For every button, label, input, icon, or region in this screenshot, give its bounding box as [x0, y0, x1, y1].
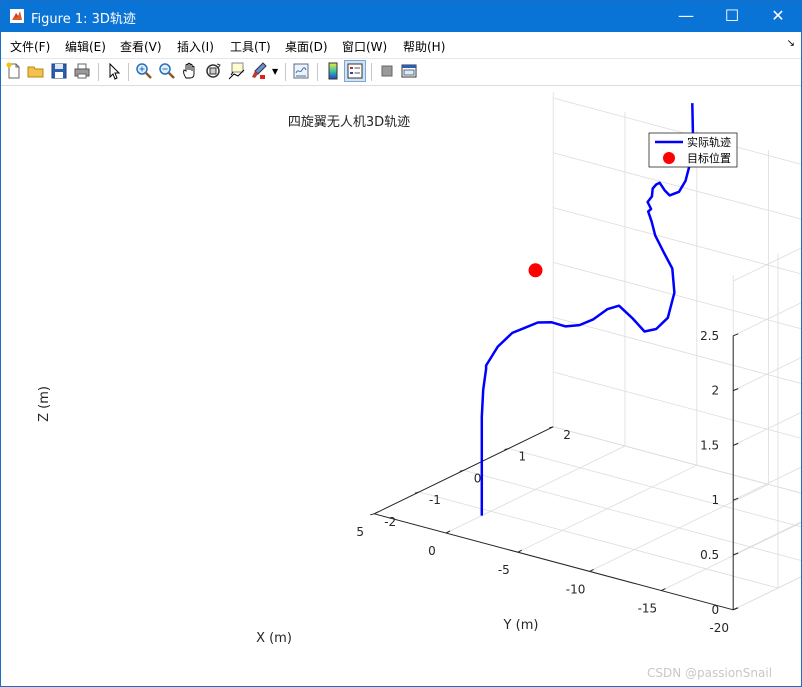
- z-tick-label: 1: [712, 493, 720, 507]
- menu-window[interactable]: 窗口(W): [342, 38, 387, 55]
- toolbar-separator: [98, 63, 99, 81]
- open-file-icon[interactable]: [26, 61, 46, 81]
- brush-dropdown-icon[interactable]: ▼: [272, 67, 278, 76]
- z-tick-label: 2.5: [700, 329, 719, 343]
- toolbar-separator: [128, 63, 129, 81]
- y-tick-mark: [459, 469, 464, 472]
- figure-window: Figure 1: 3D轨迹 — ☐ ✕ 文件(F) 编辑(E) 查看(V) 插…: [0, 0, 802, 687]
- toolbar-separator: [371, 63, 372, 81]
- x-tick-mark: [661, 588, 666, 592]
- y-tick-label: -2: [384, 515, 396, 529]
- plot-3d[interactable]: -20-15-10-505-2-101200.511.522.5 四旋翼无人机3…: [1, 86, 801, 686]
- toolbar-separator: [285, 63, 286, 81]
- x-tick-mark: [589, 568, 594, 572]
- title-bar[interactable]: Figure 1: 3D轨迹 — ☐ ✕: [1, 1, 801, 32]
- menu-help[interactable]: 帮助(H): [403, 38, 445, 55]
- print-figure-icon[interactable]: [72, 61, 92, 81]
- z-tick-label: 2: [712, 384, 720, 398]
- edit-plot-icon[interactable]: [104, 61, 124, 81]
- x-tick-mark: [373, 511, 379, 515]
- matlab-logo-icon: [10, 9, 24, 23]
- y-axis-label: Y (m): [503, 618, 539, 633]
- minimize-button[interactable]: —: [663, 1, 709, 32]
- zoom-out-icon[interactable]: [157, 61, 177, 81]
- x-tick-label: 5: [356, 525, 364, 539]
- close-button[interactable]: ✕: [755, 1, 801, 32]
- new-figure-icon[interactable]: [4, 61, 24, 81]
- legend[interactable]: 实际轨迹 目标位置: [648, 132, 738, 168]
- y-tick-mark: [504, 448, 509, 451]
- menu-bar: 文件(F) 编辑(E) 查看(V) 插入(I) 工具(T) 桌面(D) 窗口(W…: [1, 32, 801, 59]
- legend-marker-target: [663, 152, 675, 164]
- figure-canvas: -20 -15 -10 -5 0 5 -2 -1 0 1 2 0 0.5 1 1.5 2 2.5 四旋翼无人机3…: [1, 86, 801, 686]
- menu-edit[interactable]: 编辑(E): [65, 38, 106, 55]
- y-tick-label: -1: [429, 493, 441, 507]
- pan-icon[interactable]: [180, 61, 200, 81]
- link-plot-icon[interactable]: [291, 61, 311, 81]
- y-tick-label: 2: [563, 428, 571, 442]
- y-tick-label: 0: [474, 471, 482, 485]
- brush-icon[interactable]: [249, 61, 269, 81]
- menu-file[interactable]: 文件(F): [10, 38, 50, 55]
- maximize-button[interactable]: ☐: [709, 1, 755, 32]
- save-figure-icon[interactable]: [49, 61, 69, 81]
- x-tick-label: -5: [498, 563, 510, 577]
- legend-label-trajectory: 实际轨迹: [687, 135, 731, 149]
- x-tick-label: -20: [709, 621, 729, 635]
- x-tick-label: 0: [428, 544, 436, 558]
- dock-arrow-icon[interactable]: ↘: [787, 38, 795, 49]
- insert-colorbar-icon[interactable]: [323, 61, 343, 81]
- menu-desktop[interactable]: 桌面(D): [285, 38, 328, 55]
- data-cursor-icon[interactable]: [226, 61, 246, 81]
- chart-title: 四旋翼无人机3D轨迹: [288, 115, 410, 130]
- toolbar-separator: [317, 63, 318, 81]
- window-title: Figure 1: 3D轨迹: [31, 12, 136, 27]
- zoom-in-icon[interactable]: [134, 61, 154, 81]
- axes-walls: [553, 92, 801, 610]
- x-tick-label: -15: [638, 602, 658, 616]
- z-tick-label: 0: [712, 603, 720, 617]
- show-plot-tools-icon[interactable]: [399, 61, 419, 81]
- x-axis-label: X (m): [256, 631, 292, 646]
- menu-insert[interactable]: 插入(I): [177, 38, 214, 55]
- x-tick-label: -10: [566, 582, 586, 596]
- target-marker: [528, 263, 543, 278]
- legend-label-target: 目标位置: [687, 151, 731, 165]
- z-tick-label: 0.5: [700, 548, 719, 562]
- insert-legend-icon[interactable]: [344, 60, 366, 82]
- y-tick-mark: [370, 513, 375, 516]
- y-tick-label: 1: [518, 450, 526, 464]
- menu-view[interactable]: 查看(V): [120, 38, 162, 55]
- figure-toolbar: ▼: [1, 59, 801, 86]
- y-tick-mark: [414, 491, 420, 494]
- x-tick-mark: [517, 549, 523, 553]
- menu-tools[interactable]: 工具(T): [230, 38, 271, 55]
- csdn-watermark: CSDN @passionSnail: [647, 666, 773, 680]
- rotate-3d-icon[interactable]: [203, 61, 223, 81]
- z-tick-label: 1.5: [700, 438, 719, 452]
- hide-plot-tools-icon[interactable]: [377, 61, 397, 81]
- y-tick-mark: [549, 426, 554, 429]
- z-axis-label: Z (m): [37, 386, 52, 422]
- x-tick-mark: [445, 530, 451, 534]
